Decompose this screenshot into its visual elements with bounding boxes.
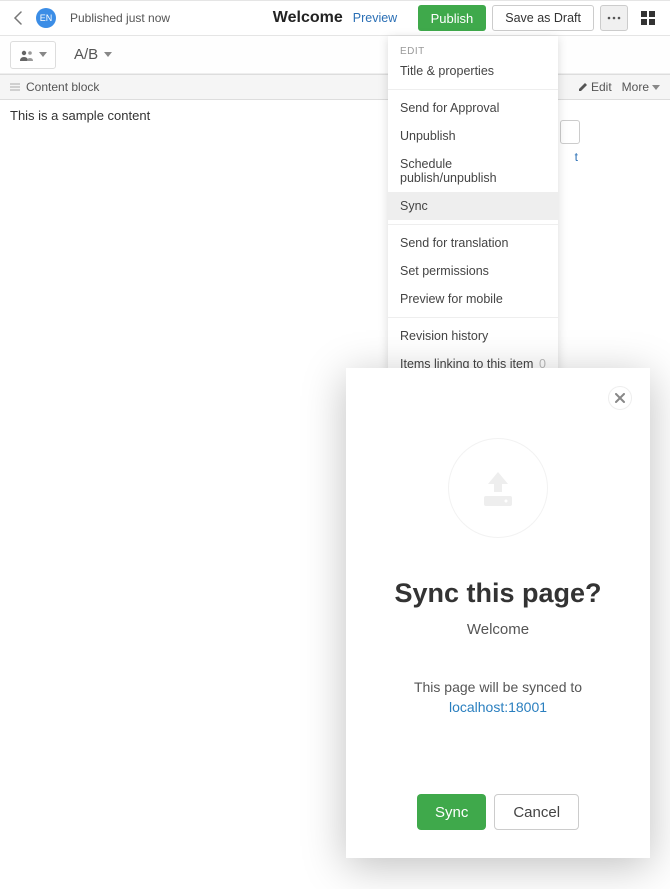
- modal-description: This page will be synced to localhost:18…: [414, 678, 582, 717]
- personas-button[interactable]: [10, 41, 56, 69]
- menu-item-title-properties[interactable]: Title & properties: [388, 57, 558, 85]
- modal-description-text: This page will be synced to: [414, 679, 582, 695]
- tree-truncated-label: t: [575, 150, 578, 164]
- ellipsis-icon: [607, 16, 621, 20]
- publish-button[interactable]: Publish: [418, 5, 487, 31]
- block-more-label: More: [622, 80, 649, 94]
- language-badge[interactable]: EN: [36, 8, 56, 28]
- more-actions-button[interactable]: [600, 5, 628, 31]
- menu-separator: [388, 317, 558, 318]
- content-block-header: Content block Edit More: [0, 74, 670, 100]
- menu-item-schedule[interactable]: Schedule publish/unpublish: [388, 150, 558, 192]
- menu-separator: [388, 224, 558, 225]
- menu-item-set-permissions[interactable]: Set permissions: [388, 257, 558, 285]
- menu-item-send-approval[interactable]: Send for Approval: [388, 94, 558, 122]
- chevron-down-icon: [652, 85, 660, 90]
- save-draft-button[interactable]: Save as Draft: [492, 5, 594, 31]
- menu-item-preview-mobile[interactable]: Preview for mobile: [388, 285, 558, 313]
- block-edit-link[interactable]: Edit: [578, 80, 612, 94]
- chevron-down-icon: [39, 52, 47, 57]
- modal-page-name: Welcome: [467, 621, 529, 638]
- subbar: A/B: [0, 36, 670, 74]
- sync-modal: Sync this page? Welcome This page will b…: [346, 368, 650, 858]
- menu-separator: [388, 89, 558, 90]
- modal-heading: Sync this page?: [394, 578, 601, 609]
- publish-status: Published just now: [70, 11, 170, 25]
- dashboard-button[interactable]: [634, 5, 662, 31]
- ab-label: A/B: [74, 46, 98, 63]
- preview-link[interactable]: Preview: [353, 11, 397, 25]
- menu-item-sync[interactable]: Sync: [388, 192, 558, 220]
- menu-section-edit: EDIT: [388, 36, 558, 57]
- modal-cancel-button[interactable]: Cancel: [494, 794, 579, 830]
- chevron-down-icon: [104, 52, 112, 57]
- close-icon: [615, 393, 625, 403]
- menu-item-unpublish[interactable]: Unpublish: [388, 122, 558, 150]
- block-more-link[interactable]: More: [622, 80, 660, 94]
- pencil-icon: [578, 82, 588, 92]
- block-edit-label: Edit: [591, 80, 612, 94]
- back-button[interactable]: [8, 8, 28, 28]
- modal-close-button[interactable]: [608, 386, 632, 410]
- menu-item-send-translation[interactable]: Send for translation: [388, 229, 558, 257]
- topbar: EN Published just now Welcome Preview Pu…: [0, 0, 670, 36]
- ab-test-button[interactable]: A/B: [64, 41, 122, 69]
- tree-search-input[interactable]: [560, 120, 580, 144]
- actions-menu: EDIT Title & properties Send for Approva…: [388, 36, 558, 421]
- upload-icon: [448, 438, 548, 538]
- grid-icon: [641, 11, 655, 25]
- content-block-title: Content block: [26, 80, 99, 94]
- modal-sync-button[interactable]: Sync: [417, 794, 486, 830]
- menu-item-revision-history[interactable]: Revision history: [388, 322, 558, 350]
- users-icon: [19, 49, 35, 61]
- modal-host-link[interactable]: localhost:18001: [449, 699, 547, 715]
- page-title: Welcome: [273, 9, 343, 27]
- drag-handle-icon[interactable]: [10, 82, 20, 92]
